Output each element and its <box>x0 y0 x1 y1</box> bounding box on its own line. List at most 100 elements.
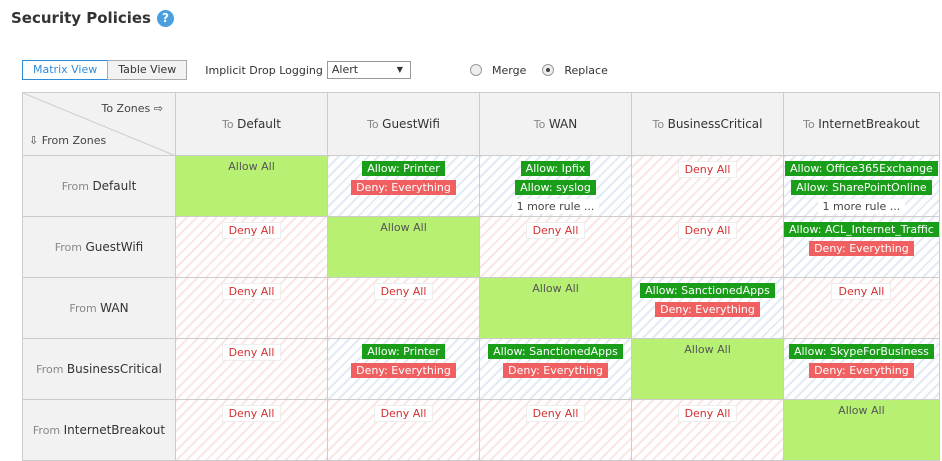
policy-cell[interactable]: Allow All <box>176 156 327 216</box>
deny-rule-badge[interactable]: Deny: Everything <box>351 180 456 195</box>
column-header-zone: InternetBreakout <box>818 117 920 131</box>
policy-cell[interactable]: Allow All <box>480 278 631 338</box>
policy-cell[interactable]: Deny All <box>176 278 327 338</box>
more-rules-link[interactable]: 1 more rule ... <box>817 199 906 214</box>
allow-rule-badge[interactable]: Allow: SharePointOnline <box>791 180 932 195</box>
matrix-cell-businesscritical-to-businesscritical[interactable]: Allow All <box>631 338 784 400</box>
matrix-row-guestwifi: From GuestWifi Deny All Allow All Deny All D… <box>22 216 940 278</box>
matrix-cell-wan-to-guestwifi[interactable]: Deny All <box>327 277 480 339</box>
row-header-prefix: From <box>54 241 86 254</box>
matrix-view-button[interactable]: Matrix View <box>22 60 109 80</box>
deny-all-badge[interactable]: Deny All <box>525 405 586 422</box>
rule-line: Deny: Everything <box>784 362 939 381</box>
matrix-cell-guestwifi-to-internetbreakout[interactable]: Allow: ACL_Internet_Traffic Deny: Everyth… <box>783 216 940 278</box>
deny-all-badge[interactable]: Deny All <box>831 283 892 300</box>
deny-all-badge[interactable]: Deny All <box>221 344 282 361</box>
matrix-cell-default-to-businesscritical[interactable]: Deny All <box>631 155 784 217</box>
policy-cell[interactable]: Allow: SanctionedApps Deny: Everything <box>632 278 783 338</box>
allow-rule-badge[interactable]: Allow: Office365Exchange <box>785 161 938 176</box>
allow-rule-badge[interactable]: Allow: Printer <box>362 161 445 176</box>
deny-rule-badge[interactable]: Deny: Everything <box>809 363 914 378</box>
matrix-cell-default-to-wan[interactable]: Allow: Ipfix Allow: syslog 1 more rule ... <box>479 155 632 217</box>
page-title: Security Policies ? <box>11 9 174 27</box>
matrix-cell-guestwifi-to-wan[interactable]: Deny All <box>479 216 632 278</box>
deny-all-badge[interactable]: Deny All <box>677 161 738 178</box>
help-icon[interactable]: ? <box>156 9 174 27</box>
matrix-cell-wan-to-default[interactable]: Deny All <box>175 277 328 339</box>
matrix-cell-default-to-internetbreakout[interactable]: Allow: Office365Exchange Allow: SharePoin… <box>783 155 940 217</box>
deny-all-badge[interactable]: Deny All <box>677 222 738 239</box>
matrix-cell-businesscritical-to-guestwifi[interactable]: Allow: Printer Deny: Everything <box>327 338 480 400</box>
allow-rule-badge[interactable]: Allow: syslog <box>515 180 596 195</box>
matrix-cell-businesscritical-to-internetbreakout[interactable]: Allow: SkypeForBusiness Deny: Everything <box>783 338 940 400</box>
replace-radio-label: Replace <box>564 63 608 77</box>
policy-cell[interactable]: Deny All <box>632 217 783 277</box>
policy-cell[interactable]: Deny All <box>784 278 939 338</box>
matrix-row-businesscritical: From BusinessCritical Deny All Allow: Prin… <box>22 338 940 400</box>
policy-cell[interactable]: Allow All <box>632 339 783 399</box>
matrix-cell-internetbreakout-to-wan[interactable]: Deny All <box>479 399 632 461</box>
deny-rule-badge[interactable]: Deny: Everything <box>655 302 760 317</box>
policy-cell[interactable]: Allow: SanctionedApps Deny: Everything <box>480 339 631 399</box>
policy-cell[interactable]: Allow: Office365Exchange Allow: SharePoin… <box>784 156 939 216</box>
policy-cell[interactable]: Deny All <box>176 217 327 277</box>
policy-cell[interactable]: Allow: Ipfix Allow: syslog 1 more rule ... <box>480 156 631 216</box>
allow-rule-badge[interactable]: Allow: SanctionedApps <box>488 344 623 359</box>
policy-cell[interactable]: Deny All <box>632 400 783 460</box>
policy-cell[interactable]: Allow: Printer Deny: Everything <box>328 156 479 216</box>
matrix-cell-wan-to-internetbreakout[interactable]: Deny All <box>783 277 940 339</box>
allow-rule-badge[interactable]: Allow: SanctionedApps <box>640 283 775 298</box>
matrix-cell-internetbreakout-to-default[interactable]: Deny All <box>175 399 328 461</box>
matrix-cell-internetbreakout-to-internetbreakout[interactable]: Allow All <box>783 399 940 461</box>
deny-all-badge[interactable]: Deny All <box>373 283 434 300</box>
deny-rule-badge[interactable]: Deny: Everything <box>351 363 456 378</box>
policy-cell[interactable]: Deny All <box>480 217 631 277</box>
deny-rule-badge[interactable]: Deny: Everything <box>503 363 608 378</box>
replace-radio[interactable]: Replace <box>542 64 608 77</box>
matrix-cell-default-to-guestwifi[interactable]: Allow: Printer Deny: Everything <box>327 155 480 217</box>
policy-cell[interactable]: Deny All <box>176 400 327 460</box>
rule-line: Deny: Everything <box>632 301 783 320</box>
rule-line: Allow: SanctionedApps <box>480 343 631 362</box>
deny-all-badge[interactable]: Deny All <box>221 222 282 239</box>
matrix-cell-default-to-default[interactable]: Allow All <box>175 155 328 217</box>
policy-cell[interactable]: Allow: ACL_Internet_Traffic Deny: Everyth… <box>784 217 939 277</box>
replace-radio-dot[interactable] <box>542 64 555 76</box>
more-rules-link[interactable]: 1 more rule ... <box>511 199 600 214</box>
chevron-down-icon: ▼ <box>396 65 403 74</box>
merge-radio[interactable]: Merge <box>470 64 526 77</box>
matrix-cell-internetbreakout-to-businesscritical[interactable]: Deny All <box>631 399 784 461</box>
allow-rule-badge[interactable]: Allow: SkypeForBusiness <box>788 344 934 359</box>
matrix-cell-wan-to-wan[interactable]: Allow All <box>479 277 632 339</box>
deny-all-badge[interactable]: Deny All <box>525 222 586 239</box>
policy-cell[interactable]: Allow All <box>784 400 939 460</box>
allow-rule-badge[interactable]: Allow: ACL_Internet_Traffic <box>784 222 939 237</box>
matrix-cell-guestwifi-to-businesscritical[interactable]: Deny All <box>631 216 784 278</box>
policy-cell[interactable]: Allow: Printer Deny: Everything <box>328 339 479 399</box>
matrix-cell-businesscritical-to-default[interactable]: Deny All <box>175 338 328 400</box>
policy-cell[interactable]: Deny All <box>328 278 479 338</box>
matrix-cell-wan-to-businesscritical[interactable]: Allow: SanctionedApps Deny: Everything <box>631 277 784 339</box>
deny-rule-badge[interactable]: Deny: Everything <box>809 241 914 256</box>
policy-cell[interactable]: Deny All <box>176 339 327 399</box>
matrix-cell-internetbreakout-to-guestwifi[interactable]: Deny All <box>327 399 480 461</box>
matrix-cell-guestwifi-to-default[interactable]: Deny All <box>175 216 328 278</box>
matrix-cell-businesscritical-to-wan[interactable]: Allow: SanctionedApps Deny: Everything <box>479 338 632 400</box>
deny-all-badge[interactable]: Deny All <box>677 405 738 422</box>
policy-cell[interactable]: Deny All <box>328 400 479 460</box>
allow-rule-badge[interactable]: Allow: Printer <box>362 344 445 359</box>
deny-all-badge[interactable]: Deny All <box>373 405 434 422</box>
policy-cell[interactable]: Deny All <box>480 400 631 460</box>
deny-all-badge[interactable]: Deny All <box>221 405 282 422</box>
matrix-cell-guestwifi-to-guestwifi[interactable]: Allow All <box>327 216 480 278</box>
drop-logging-select[interactable]: Alert ▼ <box>326 61 411 79</box>
merge-radio-dot[interactable] <box>470 64 482 76</box>
deny-all-badge[interactable]: Deny All <box>221 283 282 300</box>
policy-cell[interactable]: Allow: SkypeForBusiness Deny: Everything <box>784 339 939 399</box>
policy-cell[interactable]: Deny All <box>632 156 783 216</box>
rule-line: Deny: Everything <box>784 240 939 259</box>
table-view-button[interactable]: Table View <box>107 60 188 80</box>
column-header-zone: BusinessCritical <box>667 117 763 131</box>
policy-cell[interactable]: Allow All <box>328 217 479 277</box>
allow-rule-badge[interactable]: Allow: Ipfix <box>520 161 591 176</box>
